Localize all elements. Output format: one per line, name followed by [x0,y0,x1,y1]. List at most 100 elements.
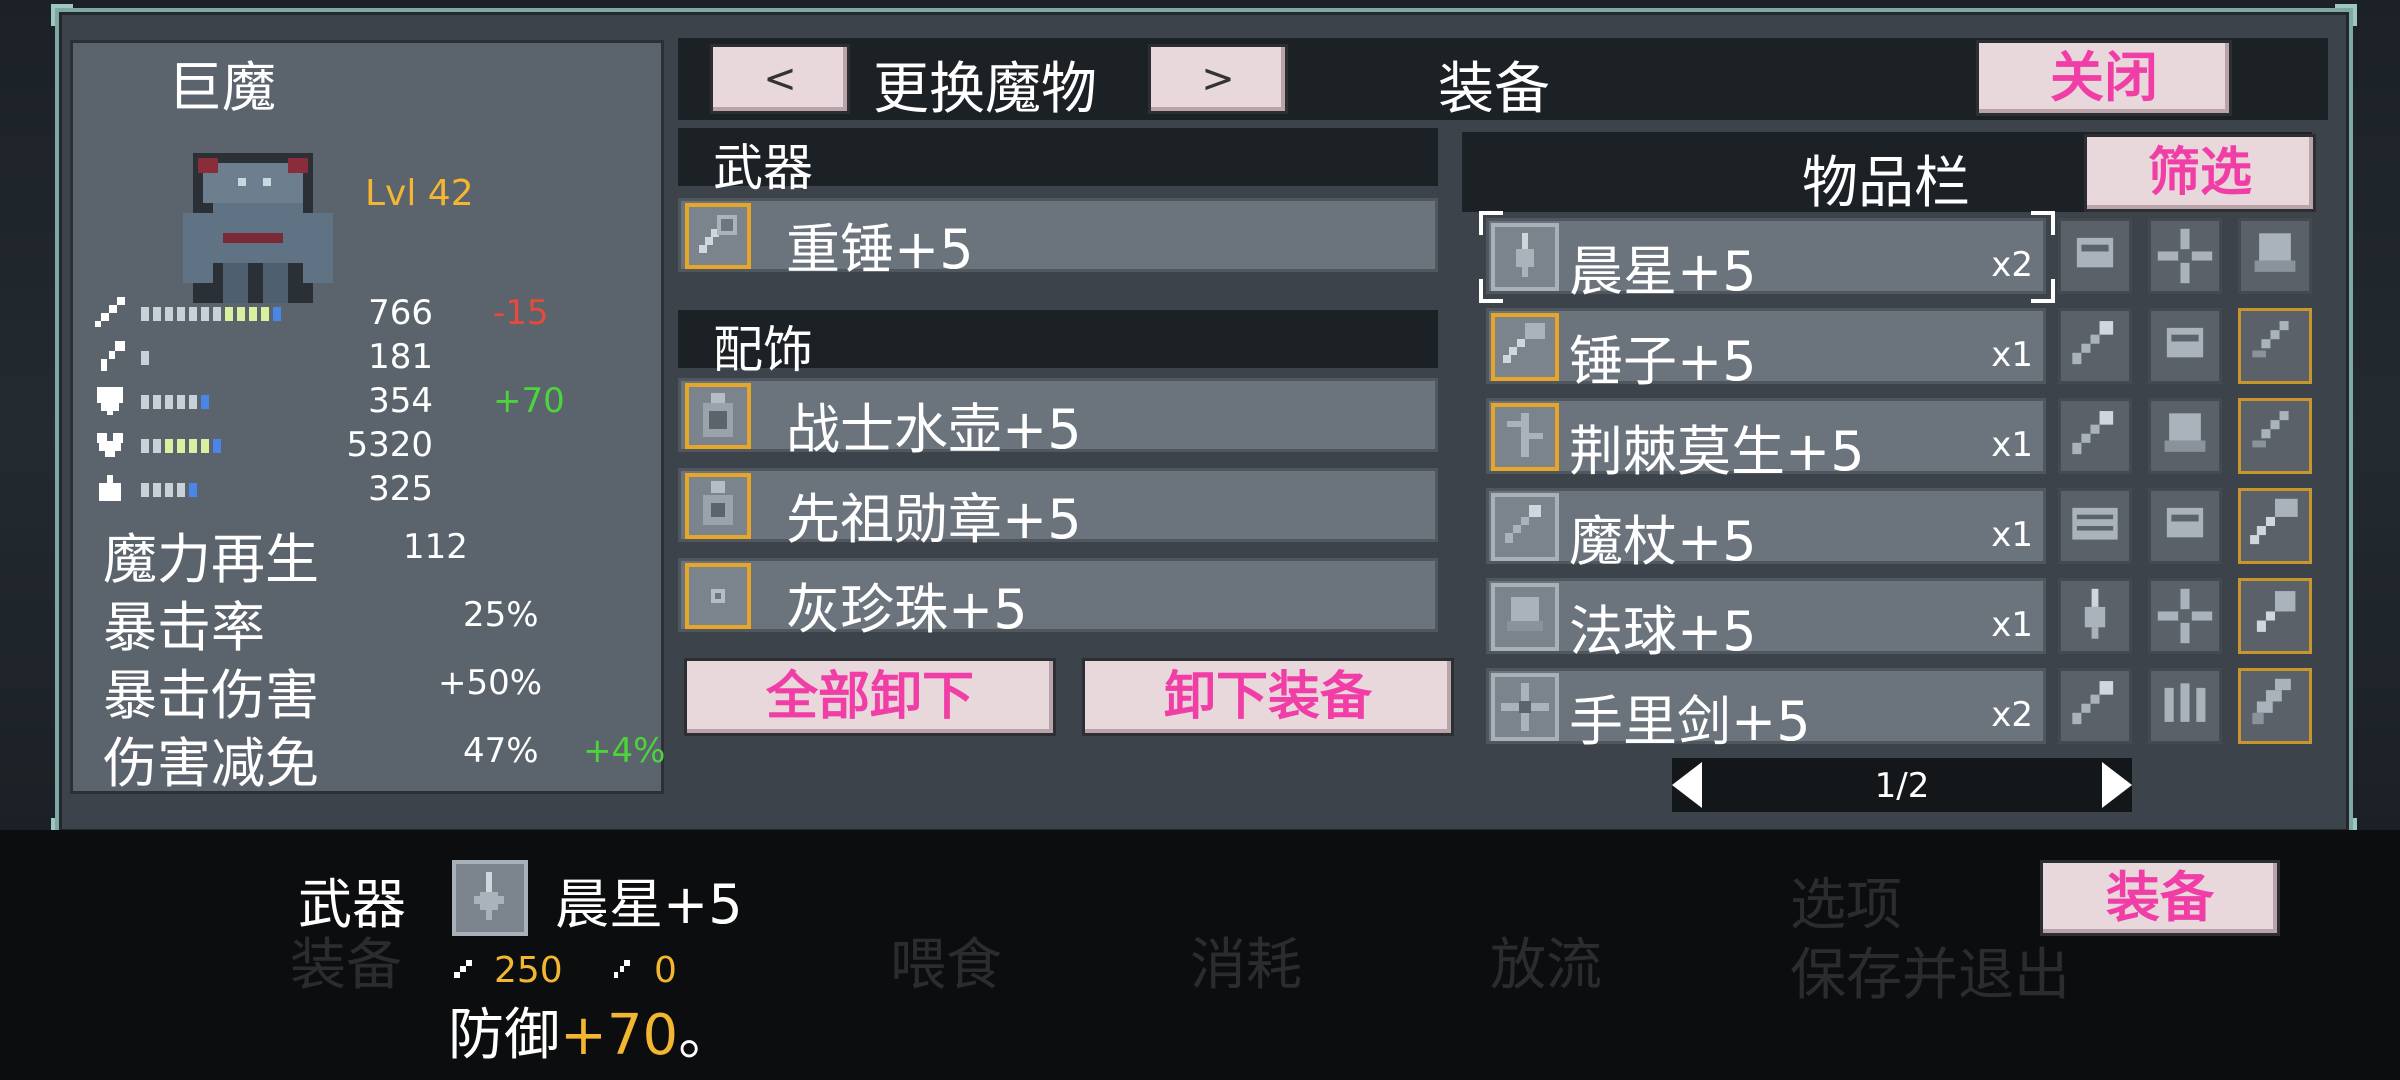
inventory-grid-cell[interactable] [2148,308,2222,384]
stat-bar-segment [189,483,197,497]
stat-bar [141,483,197,497]
selection-corner [1479,211,1503,235]
accessory-slot-1[interactable]: 战士水壶+5 [678,378,1438,461]
inventory-grid-cell[interactable] [2148,218,2222,294]
morningstar-icon [452,860,528,936]
inventory-item[interactable]: 法球+5 x1 [1486,578,2046,663]
inventory-item[interactable]: 荆棘莫生+5 x1 [1486,398,2046,483]
wand-icon [2061,311,2129,381]
stat-bar-segment [213,307,221,321]
stat-bar-segment [165,483,173,497]
stat-bar-segment [177,307,185,321]
inventory-grid-cell[interactable] [2238,308,2312,384]
potion-icon [93,471,127,505]
inventory-grid-cell[interactable] [2238,488,2312,564]
inventory-item[interactable]: 晨星+5 x2 [1479,211,2055,303]
stat-bar-segment [273,307,281,321]
description-value: +70 [560,1003,679,1068]
inventory-item[interactable]: 锤子+5 x1 [1486,308,2046,393]
stat-row: 766 -15 [93,293,653,333]
stat-bar-segment [153,439,161,453]
frame-corner [51,4,73,26]
flask-icon [685,383,751,449]
unequip-button[interactable]: 卸下装备 [1082,658,1454,736]
stat-bar-segment [213,439,221,453]
inventory-grid-cell[interactable] [2238,578,2312,654]
unequip-all-button[interactable]: 全部卸下 [684,658,1056,736]
glove-icon [2151,311,2219,381]
stat-bar-segment [189,439,197,453]
stat-bar-segment [141,439,149,453]
stat-bar [141,439,221,453]
page-next-icon[interactable] [2102,762,2132,808]
weapon-section-header: 武器 [678,128,1438,197]
equipment-header: < 更换魔物 > 装备 关闭 [678,38,2328,122]
stat-bar-segment [153,395,161,409]
stat-row: 325 [93,469,653,509]
inventory-grid-cell[interactable] [2058,308,2132,384]
stat-bar-segment [201,439,209,453]
inventory-item-count: x1 [1991,515,2033,555]
next-monster-button[interactable]: > [1148,44,1288,114]
inventory-grid-cell[interactable] [2148,488,2222,564]
close-button[interactable]: 关闭 [1976,40,2232,116]
stat-bar-segment [201,395,209,409]
stat-row: 5320 [93,425,653,465]
medal-icon [685,473,751,539]
inventory-grid-cell[interactable] [2058,398,2132,474]
equip-button[interactable]: 装备 [2040,860,2280,936]
weapon-name: 重锤+5 [786,218,974,281]
accessory-slot-2[interactable]: 先祖勋章+5 [678,468,1438,551]
inventory-grid-cell[interactable] [2238,668,2312,744]
inventory-grid-cell[interactable] [2058,578,2132,654]
blade-icon [2241,671,2309,741]
inventory-item[interactable]: 手里剑+5 x2 [1486,668,2046,753]
inventory-title: 物品栏 [1802,151,1970,216]
inventory-item-label: 荆棘莫生+5 [1569,420,1865,483]
stat-bar-segment [177,439,185,453]
inventory-grid-cell[interactable] [2238,398,2312,474]
detail-category: 武器 [298,873,406,936]
accessory-name: 战士水壶+5 [786,398,1082,461]
heart-icon [93,427,127,461]
page-title: 装备 [1438,57,1550,122]
prev-monster-button[interactable]: < [710,44,850,114]
inventory-grid-cell[interactable] [2148,578,2222,654]
inventory-header: 物品栏 筛选 [1462,132,2316,216]
shield-icon [93,383,127,417]
stat-value: +50% [438,663,543,703]
wand-icon [2061,401,2129,471]
filter-button[interactable]: 筛选 [2084,134,2316,212]
stat-bar [141,351,149,365]
stat-bar-segment [165,439,173,453]
inventory-grid-cell[interactable] [2058,488,2132,564]
monster-stats-panel: 巨魔 Lvl 42 766 -15 181 354 +70 5320 325 魔力再生 11… [70,40,665,795]
inventory-grid-cell[interactable] [2148,668,2222,744]
stat-bar-segment [177,395,185,409]
inventory-item-label: 法球+5 [1569,600,1757,663]
selection-corner [2031,279,2055,303]
stat-bar-segment [141,483,149,497]
stat-row: 354 +70 [93,381,653,421]
accessory-slot-3[interactable]: 灰珍珠+5 [678,558,1438,641]
inventory-grid-cell[interactable] [2058,668,2132,744]
sword-icon [93,295,127,329]
attack-icon [452,958,474,980]
hammer-icon [1491,313,1559,381]
inventory-grid-cell[interactable] [2148,398,2222,474]
detail-magic: 0 [654,950,677,991]
inventory-grid-cell[interactable] [2058,218,2132,294]
item-detail-panel: 装备 喂食 消耗 放流 选项 保存并退出 武器 晨星+5 250 0 防御+70… [0,830,2400,1080]
wand-icon [2061,671,2129,741]
stat-bar-segment [141,351,149,365]
glove-icon [2061,221,2129,291]
stat-bar-segment [249,307,257,321]
monster-level: Lvl 42 [365,173,474,214]
thorn-icon [1491,403,1559,471]
inventory-grid-cell[interactable] [2238,218,2312,294]
menu-ghost-text: 保存并退出 [1790,943,2070,1008]
inventory-item[interactable]: 魔杖+5 x1 [1486,488,2046,573]
wand-icon [93,339,127,373]
equipped-weapon-slot[interactable]: 重锤+5 [678,198,1438,281]
inventory-item-count: x1 [1991,335,2033,375]
